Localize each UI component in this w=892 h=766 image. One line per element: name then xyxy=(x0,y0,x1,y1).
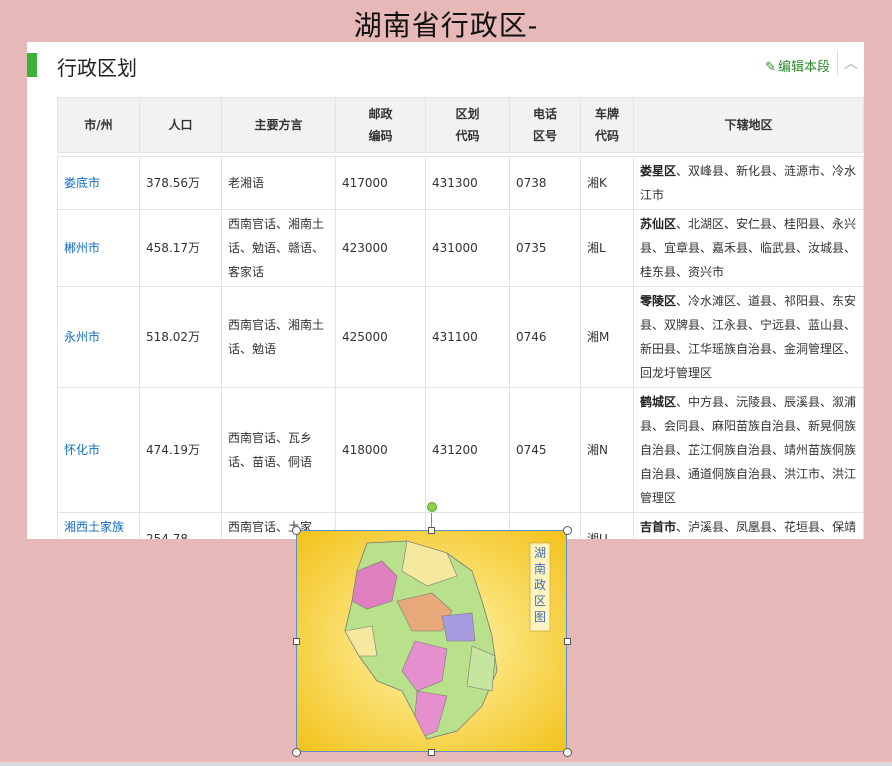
map-title-char: 区 xyxy=(534,594,546,608)
plate-cell: 湘U xyxy=(580,512,634,539)
population-cell: 254.78 xyxy=(139,512,222,539)
district-list: 、中方县、沅陵县、辰溪县、溆浦县、会同县、麻阳苗族自治县、新晃侗族自治县、芷江侗… xyxy=(640,395,857,505)
resize-handle-bottom-left[interactable] xyxy=(292,748,301,757)
header-subdivisions: 下辖地区 xyxy=(633,97,864,153)
seat-name: 吉首市 xyxy=(640,520,677,534)
population-cell: 378.56万 xyxy=(139,156,222,210)
postal-cell: 425000 xyxy=(335,286,426,388)
slide-title: 湖南省行政区- xyxy=(353,9,539,42)
division-code-cell: 431000 xyxy=(425,209,510,287)
chevron-up-icon: ︿ xyxy=(844,56,858,72)
city-link[interactable]: 怀化市 xyxy=(57,387,140,513)
dialect-cell: 西南官话、瓦乡话、苗语、侗语 xyxy=(221,387,336,513)
table-row: 娄底市 378.56万 老湘语 417000 431300 0738 湘K 娄星… xyxy=(57,156,864,210)
subdivisions-cell: 零陵区、冷水滩区、道县、祁阳县、东安县、双牌县、江永县、宁远县、蓝山县、新田县、… xyxy=(633,286,864,388)
pencil-icon: ✎ xyxy=(765,60,776,75)
edit-section-label: 编辑本段 xyxy=(777,60,830,75)
map-title-char: 湖 xyxy=(534,545,546,560)
dialect-cell: 老湘语 xyxy=(221,156,336,210)
header-city: 市/州 xyxy=(57,97,140,153)
header-dialect: 主要方言 xyxy=(221,97,336,153)
city-link[interactable]: 娄底市 xyxy=(57,156,140,210)
header-population: 人口 xyxy=(139,97,222,153)
subdivisions-cell: 娄星区、双峰县、新化县、涟源市、冷水江市 xyxy=(633,156,864,210)
map-title-char: 政 xyxy=(534,578,546,592)
table-row: 永州市 518.02万 西南官话、湘南土话、勉语 425000 431100 0… xyxy=(57,286,864,388)
admin-division-table: 市/州 人口 主要方言 邮政 编码 区划 代码 电话 区号 车牌 代码 下辖地区 娄底市… xyxy=(57,97,864,539)
division-code-cell: 431100 xyxy=(425,286,510,388)
section-title: 行政区划 xyxy=(57,56,137,80)
subdivisions-cell: 吉首市、泸溪县、凤凰县、花垣县、保靖县、古丈县、永顺县、龙山县 xyxy=(633,512,864,539)
table-header-row: 市/州 人口 主要方言 邮政 编码 区划 代码 电话 区号 车牌 代码 下辖地区 xyxy=(57,97,864,153)
city-link[interactable]: 湘西土家族苗族自治州 xyxy=(57,512,140,539)
table-row: 郴州市 458.17万 西南官话、湘南土话、勉语、赣语、客家话 423000 4… xyxy=(57,209,864,287)
postal-cell: 423000 xyxy=(335,209,426,287)
population-cell: 458.17万 xyxy=(139,209,222,287)
population-cell: 474.19万 xyxy=(139,387,222,513)
city-link[interactable]: 郴州市 xyxy=(57,209,140,287)
table-row: 怀化市 474.19万 西南官话、瓦乡话、苗语、侗语 418000 431200… xyxy=(57,387,864,513)
division-code-cell: 431300 xyxy=(425,156,510,210)
phone-cell: 0746 xyxy=(509,286,581,388)
resize-handle-top[interactable] xyxy=(428,527,435,534)
subdivisions-cell: 鹤城区、中方县、沅陵县、辰溪县、溆浦县、会同县、麻阳苗族自治县、新晃侗族自治县、… xyxy=(633,387,864,513)
resize-handle-top-right[interactable] xyxy=(563,526,572,535)
seat-name: 娄星区 xyxy=(640,164,677,178)
plate-cell: 湘N xyxy=(580,387,634,513)
subdivisions-cell: 苏仙区、北湖区、安仁县、桂阳县、永兴县、宜章县、嘉禾县、临武县、汝城县、桂东县、… xyxy=(633,209,864,287)
map-title: 湖南政区图 xyxy=(534,545,546,624)
seat-name: 鹤城区 xyxy=(640,395,677,409)
header-plate-code: 车牌 代码 xyxy=(580,97,634,153)
resize-handle-bottom[interactable] xyxy=(428,749,435,756)
map-title-char: 图 xyxy=(534,610,546,624)
resize-handle-left[interactable] xyxy=(293,638,300,645)
edit-section-link[interactable]: ✎ 编辑本段 xyxy=(765,56,830,75)
seat-name: 苏仙区 xyxy=(640,217,677,231)
region-changsha xyxy=(441,612,476,642)
header-postal-code: 邮政 编码 xyxy=(335,97,426,153)
resize-handle-top-left[interactable] xyxy=(292,526,301,535)
section-accent-bar xyxy=(27,53,37,77)
content-panel: 行政区划 ✎ 编辑本段 ︿ 市/州 人口 主要方言 邮政 编码 区划 代码 电话 区号 … xyxy=(27,42,864,539)
map-title-char: 南 xyxy=(534,561,546,576)
hunan-map-svg: 湖南政区图 xyxy=(297,531,566,751)
division-code-cell: 431200 xyxy=(425,387,510,513)
dialect-cell: 西南官话、湘南土话、勉语、赣语、客家话 xyxy=(221,209,336,287)
plate-cell: 湘L xyxy=(580,209,634,287)
header-division-code: 区划 代码 xyxy=(425,97,510,153)
dialect-cell: 西南官话、湘南土话、勉语 xyxy=(221,286,336,388)
hunan-map-image[interactable]: 湖南政区图 xyxy=(296,530,567,752)
postal-cell: 417000 xyxy=(335,156,426,210)
plate-cell: 湘M xyxy=(580,286,634,388)
collapse-button[interactable]: ︿ xyxy=(837,50,864,76)
resize-handle-right[interactable] xyxy=(564,638,571,645)
phone-cell: 0735 xyxy=(509,209,581,287)
plate-cell: 湘K xyxy=(580,156,634,210)
city-link[interactable]: 永州市 xyxy=(57,286,140,388)
seat-name: 零陵区 xyxy=(640,294,677,308)
bottom-scrollbar xyxy=(0,762,892,766)
rotate-handle[interactable] xyxy=(427,502,437,512)
phone-cell: 0745 xyxy=(509,387,581,513)
postal-cell: 418000 xyxy=(335,387,426,513)
resize-handle-bottom-right[interactable] xyxy=(563,748,572,757)
phone-cell: 0738 xyxy=(509,156,581,210)
header-phone-code: 电话 区号 xyxy=(509,97,581,153)
population-cell: 518.02万 xyxy=(139,286,222,388)
